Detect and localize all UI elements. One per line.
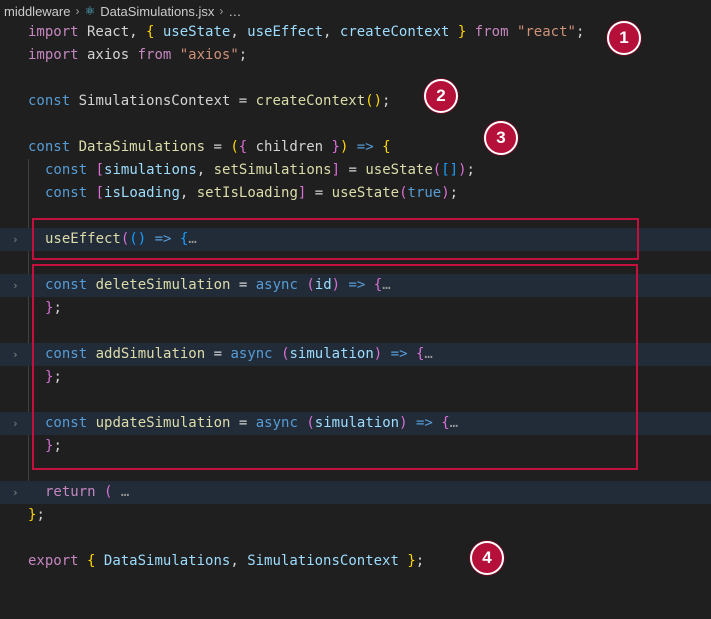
code-line-1[interactable]: import React, { useState, useEffect, cre… (0, 21, 711, 44)
code-text: const [isLoading, setIsLoading] = useSta… (45, 185, 459, 201)
highlight-box-useeffect (32, 218, 639, 260)
breadcrumb-more[interactable]: … (228, 4, 241, 19)
badge-4: 4 (470, 541, 504, 575)
breadcrumb-file[interactable]: DataSimulations.jsx (100, 4, 214, 19)
code-line-21[interactable]: › return ( … (0, 481, 711, 504)
chevron-right-icon: › (219, 4, 224, 18)
code-text: export { DataSimulations, SimulationsCon… (28, 553, 425, 569)
code-line-8[interactable]: const [isLoading, setIsLoading] = useSta… (0, 182, 711, 205)
code-text: const SimulationsContext = createContext… (28, 93, 391, 109)
code-line-3[interactable] (0, 67, 711, 90)
code-text: const [simulations, setSimulations] = us… (45, 162, 475, 178)
code-line-4[interactable]: const SimulationsContext = createContext… (0, 90, 711, 113)
code-line-23[interactable] (0, 527, 711, 550)
code-line-2[interactable]: import axios from "axios"; (0, 44, 711, 67)
chevron-right-icon[interactable]: › (12, 412, 19, 435)
code-text: return ( … (45, 484, 130, 500)
breadcrumb-folder[interactable]: middleware (4, 4, 70, 19)
chevron-right-icon[interactable]: › (12, 274, 19, 297)
chevron-right-icon[interactable]: › (12, 343, 19, 366)
highlight-box-functions (32, 264, 638, 470)
badge-1: 1 (607, 21, 641, 55)
code-text: }; (28, 507, 45, 523)
code-line-24[interactable]: export { DataSimulations, SimulationsCon… (0, 550, 711, 573)
code-text: import axios from "axios"; (28, 47, 248, 63)
badge-2: 2 (424, 79, 458, 113)
chevron-right-icon[interactable]: › (12, 228, 19, 251)
breadcrumb: middleware › ⚛ DataSimulations.jsx › … (0, 0, 711, 22)
code-line-7[interactable]: const [simulations, setSimulations] = us… (0, 159, 711, 182)
badge-3: 3 (484, 121, 518, 155)
react-icon: ⚛ (84, 4, 96, 18)
code-line-6[interactable]: const DataSimulations = ({ children }) =… (0, 136, 711, 159)
chevron-right-icon: › (75, 4, 80, 18)
code-text: const DataSimulations = ({ children }) =… (28, 139, 391, 155)
code-text: import React, { useState, useEffect, cre… (28, 24, 585, 40)
code-line-22[interactable]: }; (0, 504, 711, 527)
chevron-right-icon[interactable]: › (12, 481, 19, 504)
code-line-5[interactable] (0, 113, 711, 136)
